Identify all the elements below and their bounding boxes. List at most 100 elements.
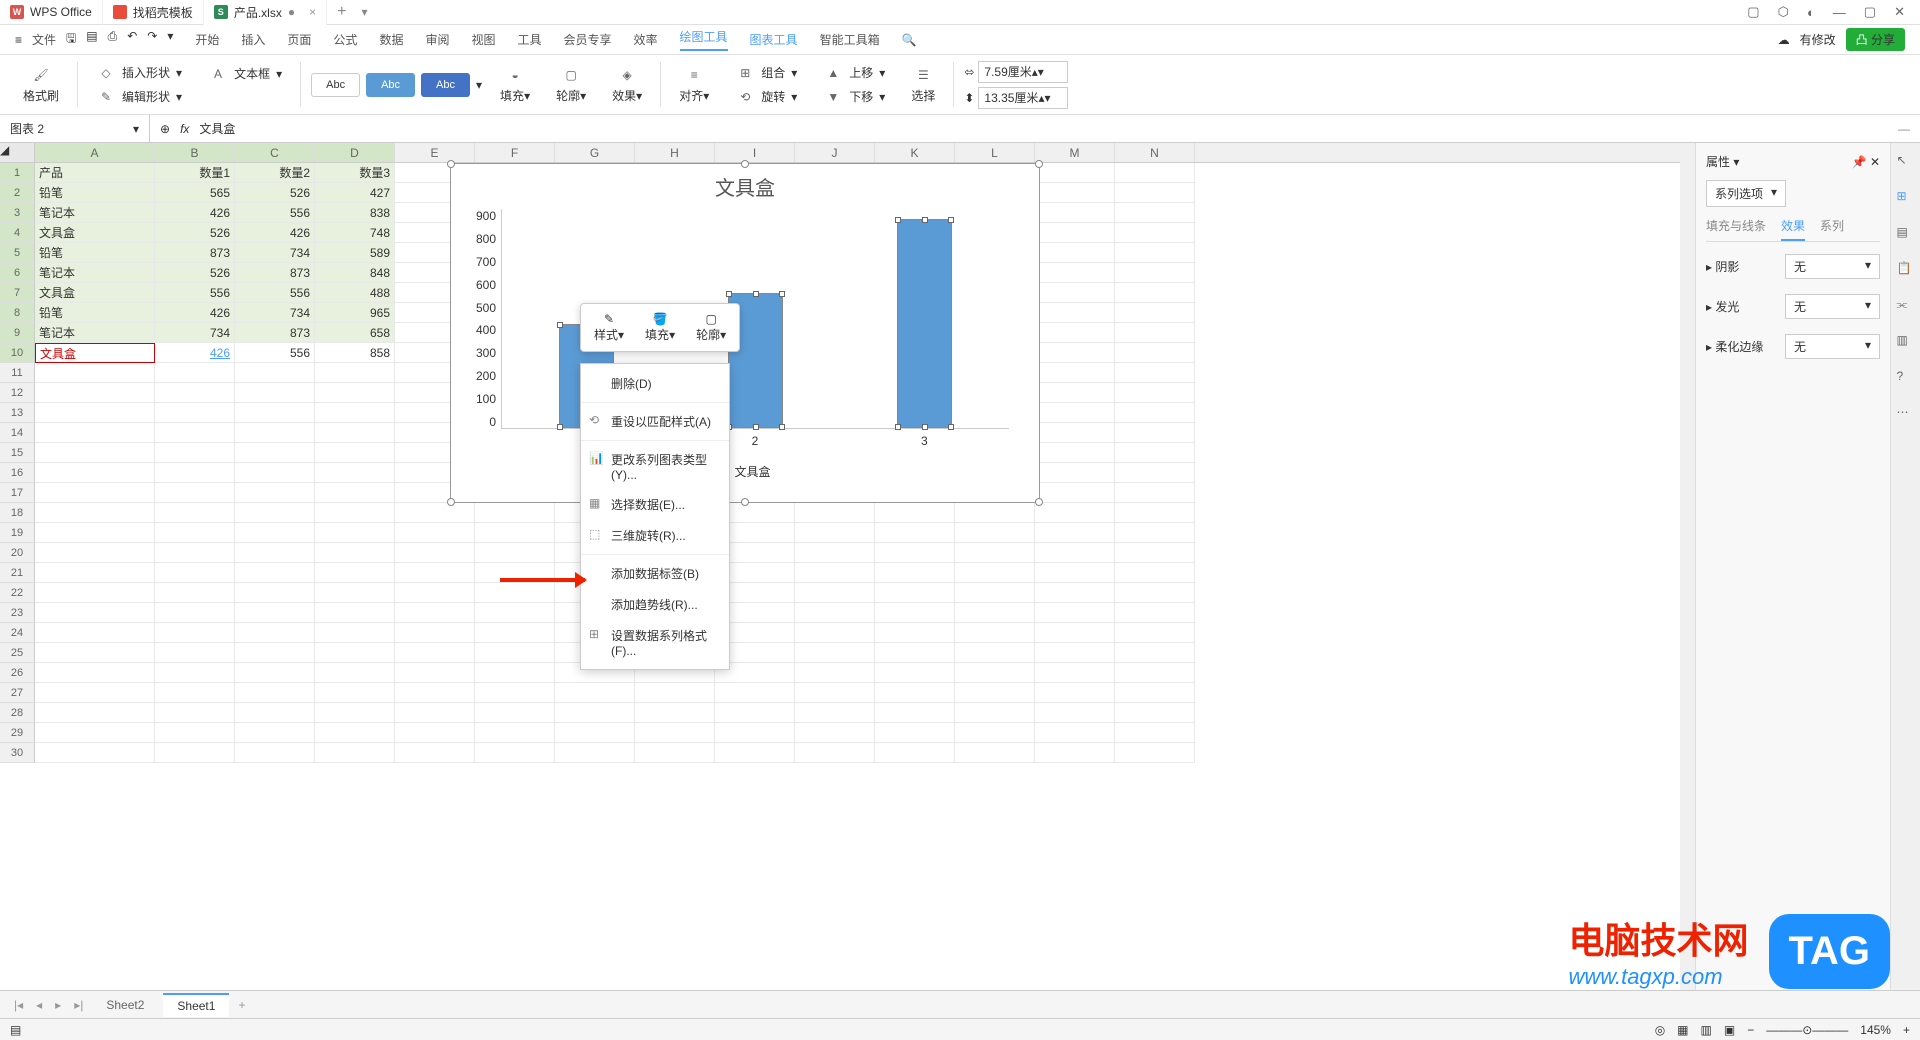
edit-shape[interactable]: ✎编辑形状▾ bbox=[88, 87, 190, 107]
ctx-format-series[interactable]: ⊞设置数据系列格式(F)... bbox=[581, 620, 729, 665]
series-options-dropdown[interactable]: 系列选项▾ bbox=[1706, 180, 1786, 207]
maximize-icon[interactable]: ▢ bbox=[1864, 4, 1876, 20]
name-box[interactable]: 图表 2▾ bbox=[0, 115, 150, 142]
sheet-tab-1[interactable]: Sheet1 bbox=[163, 993, 229, 1017]
menu-formula[interactable]: 公式 bbox=[333, 31, 357, 48]
text-box[interactable]: A文本框▾ bbox=[200, 64, 290, 84]
view-read-icon[interactable]: ▣ bbox=[1724, 1023, 1735, 1037]
mini-style[interactable]: ✎样式▾ bbox=[586, 309, 632, 346]
soft-dropdown[interactable]: 无▾ bbox=[1785, 334, 1880, 359]
pin-icon[interactable]: 📌 bbox=[1852, 155, 1867, 169]
zoom-slider[interactable]: ———⊙——— bbox=[1766, 1023, 1848, 1037]
ctx-add-trend[interactable]: 添加趋势线(R)... bbox=[581, 589, 729, 620]
move-down[interactable]: ▼下移▾ bbox=[815, 87, 893, 107]
tab-fill-line[interactable]: 填充与线条 bbox=[1706, 217, 1766, 241]
add-tab-button[interactable]: + bbox=[327, 3, 356, 21]
style-preset-1[interactable]: Abc bbox=[311, 73, 360, 97]
cloud-sync-icon[interactable]: ☁ bbox=[1778, 33, 1790, 47]
shadow-dropdown[interactable]: 无▾ bbox=[1785, 254, 1880, 279]
outline-button[interactable]: ▢轮廓▾ bbox=[548, 65, 594, 104]
col-header[interactable]: H bbox=[635, 143, 715, 162]
menu-smart-tools[interactable]: 智能工具箱 bbox=[820, 31, 880, 48]
close-window-icon[interactable]: ✕ bbox=[1894, 4, 1905, 20]
search-icon[interactable]: 🔍 bbox=[902, 33, 917, 47]
last-sheet-icon[interactable]: ▸| bbox=[70, 998, 87, 1012]
book-tool-icon[interactable]: ▥ bbox=[1897, 333, 1915, 351]
format-brush[interactable]: 🖌格式刷 bbox=[15, 65, 67, 104]
rotate-button[interactable]: ⟲旋转▾ bbox=[727, 87, 805, 107]
link-tool-icon[interactable]: ⫘ bbox=[1897, 297, 1915, 315]
zoom-in-icon[interactable]: + bbox=[1903, 1023, 1910, 1037]
ctx-add-label[interactable]: 添加数据标签(B) bbox=[581, 558, 729, 589]
print-icon[interactable]: ⎙ bbox=[108, 29, 118, 50]
file-tab[interactable]: S 产品.xlsx ● × bbox=[204, 0, 327, 25]
add-sheet-icon[interactable]: + bbox=[234, 998, 249, 1012]
width-input[interactable]: 7.59厘米▴▾ bbox=[978, 61, 1068, 83]
col-header[interactable]: F bbox=[475, 143, 555, 162]
fill-button[interactable]: ◒填充▾ bbox=[492, 65, 538, 104]
style-more-icon[interactable]: ▾ bbox=[476, 78, 482, 92]
col-header[interactable]: E bbox=[395, 143, 475, 162]
chevron-down-icon[interactable]: ▾ bbox=[133, 122, 139, 136]
menu-draw-tools[interactable]: 绘图工具 bbox=[680, 28, 728, 51]
menu-start[interactable]: 开始 bbox=[195, 31, 219, 48]
menu-chart-tools[interactable]: 图表工具 bbox=[750, 31, 798, 48]
view-normal-icon[interactable]: ▦ bbox=[1677, 1023, 1688, 1037]
menu-view[interactable]: 视图 bbox=[471, 31, 495, 48]
col-header[interactable]: M bbox=[1035, 143, 1115, 162]
more-tool-icon[interactable]: ⋯ bbox=[1897, 405, 1915, 423]
menu-review[interactable]: 审阅 bbox=[425, 31, 449, 48]
tab-series[interactable]: 系列 bbox=[1820, 217, 1844, 241]
ctx-change-type[interactable]: 📊更改系列图表类型(Y)... bbox=[581, 444, 729, 489]
layout-icon[interactable]: ▢ bbox=[1747, 4, 1759, 20]
template-tab[interactable]: 找稻壳模板 bbox=[103, 0, 204, 25]
user-avatar-icon[interactable]: ◐ bbox=[1807, 5, 1815, 20]
select-all-corner[interactable]: ◢ bbox=[0, 143, 35, 162]
style-preset-2[interactable]: Abc bbox=[366, 73, 415, 97]
sheet-tab-2[interactable]: Sheet2 bbox=[92, 994, 158, 1016]
ctx-reset[interactable]: ⟲重设以匹配样式(A) bbox=[581, 406, 729, 437]
menu-member[interactable]: 会员专享 bbox=[564, 31, 612, 48]
tab-effect[interactable]: 效果 bbox=[1781, 217, 1805, 241]
mini-fill[interactable]: 🪣填充▾ bbox=[637, 309, 683, 346]
group-button[interactable]: ⊞组合▾ bbox=[727, 63, 805, 83]
share-button[interactable]: 凸 分享 bbox=[1846, 28, 1905, 51]
height-input[interactable]: 13.35厘米▴▾ bbox=[978, 87, 1068, 109]
minimize-icon[interactable]: — bbox=[1833, 5, 1846, 20]
select-pane[interactable]: ☰选择 bbox=[903, 65, 943, 104]
vertical-scrollbar[interactable] bbox=[1680, 143, 1695, 1003]
collapse-ribbon-icon[interactable]: — bbox=[1898, 122, 1920, 136]
close-pane-icon[interactable]: ✕ bbox=[1870, 155, 1880, 169]
align-button[interactable]: ≡对齐▾ bbox=[671, 65, 717, 104]
clipboard-tool-icon[interactable]: 📋 bbox=[1897, 261, 1915, 279]
col-header[interactable]: D bbox=[315, 143, 395, 162]
file-menu[interactable]: 文件 bbox=[32, 31, 56, 48]
col-header[interactable]: C bbox=[235, 143, 315, 162]
style-preset-3[interactable]: Abc bbox=[421, 73, 470, 97]
menu-data[interactable]: 数据 bbox=[379, 31, 403, 48]
col-header[interactable]: B bbox=[155, 143, 235, 162]
layers-tool-icon[interactable]: ▤ bbox=[1897, 225, 1915, 243]
undo-icon[interactable]: ↶ bbox=[127, 29, 137, 50]
view-sync-icon[interactable]: ◎ bbox=[1655, 1023, 1665, 1037]
col-header[interactable]: J bbox=[795, 143, 875, 162]
hamburger-icon[interactable]: ≡ bbox=[15, 33, 22, 47]
first-sheet-icon[interactable]: |◂ bbox=[10, 998, 27, 1012]
col-header[interactable]: K bbox=[875, 143, 955, 162]
zoom-out-icon[interactable]: − bbox=[1747, 1023, 1754, 1037]
col-header[interactable]: N bbox=[1115, 143, 1195, 162]
prev-sheet-icon[interactable]: ◂ bbox=[32, 998, 46, 1012]
glow-dropdown[interactable]: 无▾ bbox=[1785, 294, 1880, 319]
cube-icon[interactable]: ⬡ bbox=[1778, 4, 1789, 20]
menu-page[interactable]: 页面 bbox=[287, 31, 311, 48]
formula-input[interactable]: 文具盒 bbox=[199, 120, 235, 137]
chart-title[interactable]: 文具盒 bbox=[451, 164, 1039, 209]
effect-button[interactable]: ◈效果▾ bbox=[604, 65, 650, 104]
ctx-select-data[interactable]: ▦选择数据(E)... bbox=[581, 489, 729, 520]
menu-tools[interactable]: 工具 bbox=[517, 31, 541, 48]
col-header[interactable]: I bbox=[715, 143, 795, 162]
tab-dropdown-icon[interactable]: ▾ bbox=[356, 5, 372, 19]
ctx-delete[interactable]: 删除(D) bbox=[581, 368, 729, 399]
col-header[interactable]: G bbox=[555, 143, 635, 162]
move-up[interactable]: ▲上移▾ bbox=[815, 63, 893, 83]
